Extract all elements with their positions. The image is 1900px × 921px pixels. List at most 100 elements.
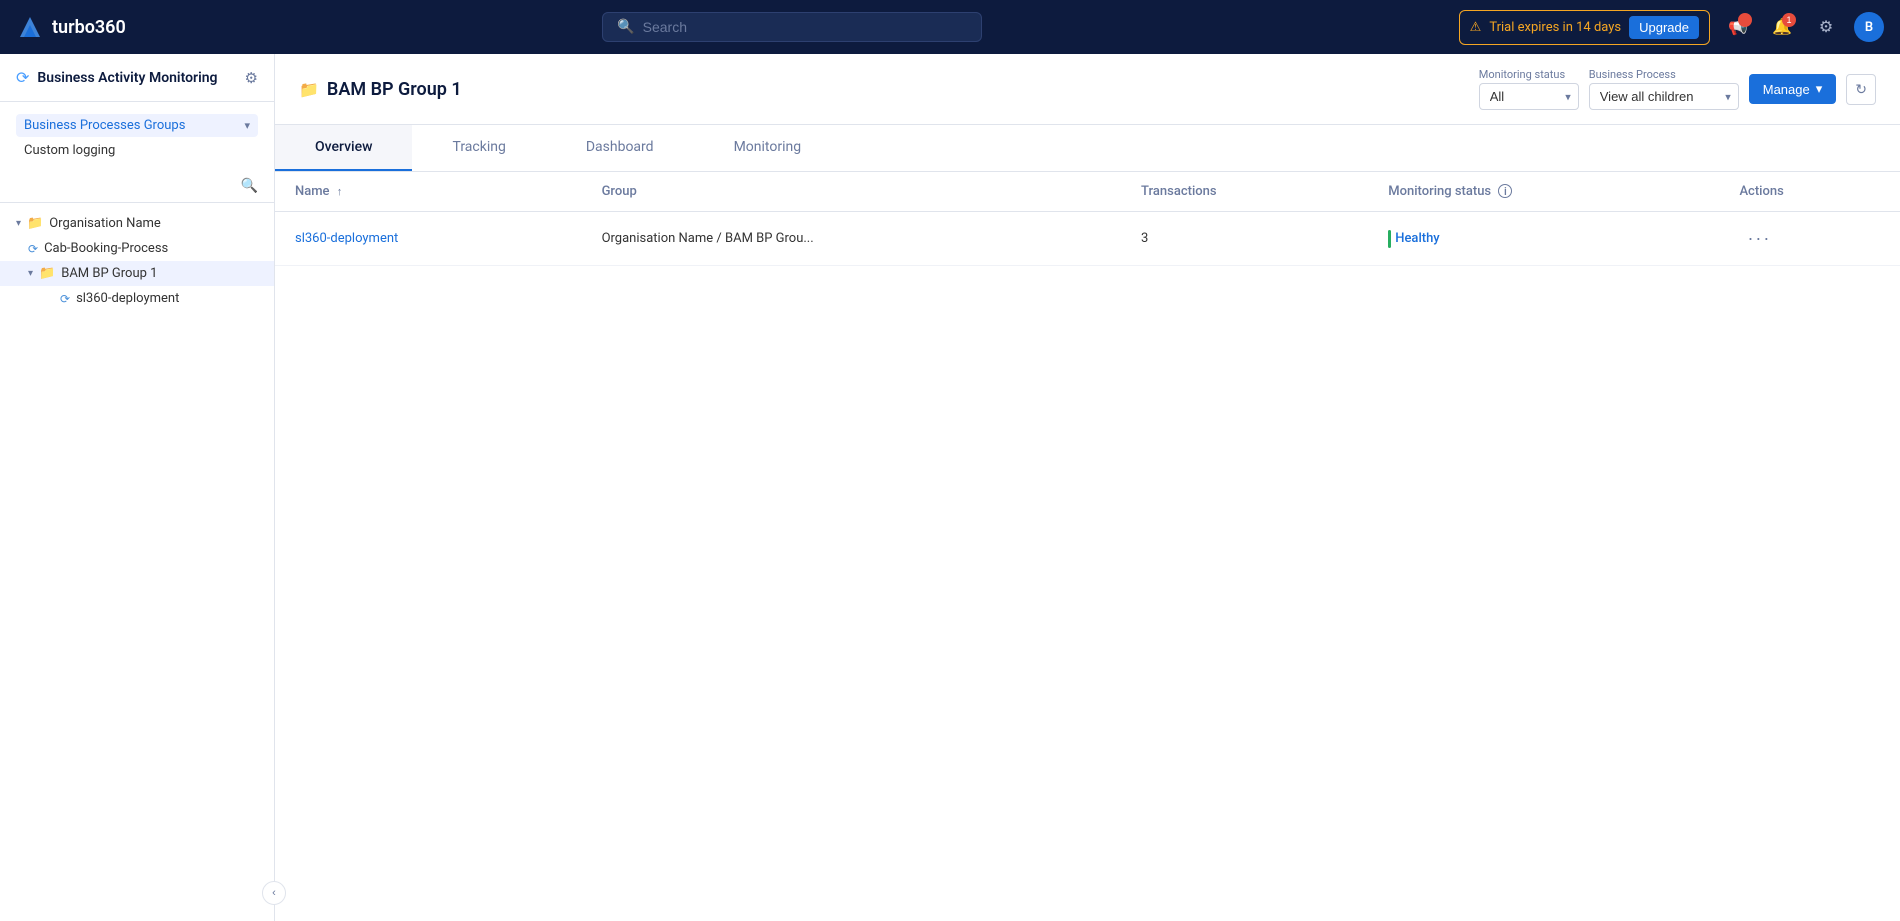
header-controls: Monitoring status All Healthy Unhealthy … — [1479, 68, 1876, 110]
sidebar-tree: ▾ 📁 Organisation Name ⟳ Cab-Booking-Proc… — [0, 203, 274, 921]
folder-icon: 📁 — [27, 216, 43, 231]
notifications-badge: 1 — [1782, 13, 1796, 27]
navbar-right: ⚠ Trial expires in 14 days Upgrade 📢 🔔 1… — [1459, 10, 1884, 45]
chevron-left-icon: ‹ — [272, 887, 276, 899]
gear-icon: ⚙ — [1819, 17, 1833, 37]
sidebar-search-icon: 🔍 — [241, 178, 258, 194]
tab-tracking-label: Tracking — [452, 139, 505, 155]
page-title-area: 📁 BAM BP Group 1 — [299, 79, 462, 100]
navbar: turbo360 🔍 ⚠ Trial expires in 14 days Up… — [0, 0, 1900, 54]
th-actions-label: Actions — [1739, 184, 1783, 199]
settings-button[interactable]: ⚙ — [1810, 11, 1842, 43]
navbar-center: 🔍 — [138, 12, 1447, 42]
announcements-badge — [1738, 13, 1752, 27]
th-name: Name ↑ — [275, 172, 582, 212]
tab-monitoring[interactable]: Monitoring — [694, 125, 842, 171]
notifications-button[interactable]: 🔔 1 — [1766, 11, 1798, 43]
business-process-select[interactable]: View all children — [1589, 83, 1739, 110]
bam-icon: ⟳ — [16, 68, 29, 87]
tab-tracking[interactable]: Tracking — [412, 125, 545, 171]
th-transactions: Transactions — [1121, 172, 1368, 212]
sidebar-item-custom-logging[interactable]: Custom logging — [16, 139, 258, 162]
refresh-button[interactable]: ↻ — [1846, 74, 1876, 105]
table-body: sl360-deployment Organisation Name / BAM… — [275, 212, 1900, 266]
row-transactions-value: 3 — [1141, 231, 1148, 246]
table-row: sl360-deployment Organisation Name / BAM… — [275, 212, 1900, 266]
sidebar-nav: Business Processes Groups ▾ Custom loggi… — [0, 102, 274, 170]
tree-item-org-label: Organisation Name — [49, 216, 161, 231]
business-processes-groups-label: Business Processes Groups — [24, 118, 185, 133]
page-title: BAM BP Group 1 — [327, 79, 462, 100]
td-group: Organisation Name / BAM BP Grou... — [582, 212, 1121, 266]
tab-dashboard[interactable]: Dashboard — [546, 125, 694, 171]
th-monitoring-status: Monitoring status i — [1368, 172, 1719, 212]
trial-text: Trial expires in 14 days — [1489, 20, 1621, 35]
manage-button[interactable]: Manage ▾ — [1749, 74, 1837, 104]
process-icon-cab: ⟳ — [28, 242, 38, 256]
tree-item-sl360-label: sl360-deployment — [76, 291, 179, 306]
tree-item-sl360[interactable]: ⟳ sl360-deployment — [0, 286, 274, 311]
trial-banner: ⚠ Trial expires in 14 days Upgrade — [1459, 10, 1710, 45]
business-process-select-wrapper: View all children — [1589, 83, 1739, 110]
business-process-group: Business Process View all children — [1589, 68, 1739, 110]
th-transactions-label: Transactions — [1141, 184, 1217, 199]
monitoring-status-group: Monitoring status All Healthy Unhealthy — [1479, 68, 1579, 110]
th-actions: Actions — [1719, 172, 1900, 212]
sidebar-search-input[interactable] — [16, 179, 241, 194]
tree-item-cab-label: Cab-Booking-Process — [44, 241, 168, 256]
sidebar-gear-icon[interactable]: ⚙ — [245, 69, 258, 87]
monitoring-status-select-wrapper: All Healthy Unhealthy — [1479, 83, 1579, 110]
sidebar-title-area: ⟳ Business Activity Monitoring — [16, 68, 217, 87]
caret-down-icon-bam: ▾ — [28, 268, 33, 279]
sidebar-search-bar[interactable]: 🔍 — [0, 170, 274, 203]
sidebar-collapse-button[interactable]: ‹ — [262, 881, 286, 905]
process-icon-sl360: ⟳ — [60, 292, 70, 306]
table-container: Name ↑ Group Transactions Monitoring sta… — [275, 172, 1900, 921]
monitoring-status-select[interactable]: All Healthy Unhealthy — [1479, 83, 1579, 110]
upgrade-button[interactable]: Upgrade — [1629, 16, 1699, 39]
sidebar-item-business-processes-groups[interactable]: Business Processes Groups ▾ — [16, 114, 258, 137]
ellipsis-icon: ··· — [1747, 228, 1771, 248]
user-avatar[interactable]: B — [1854, 12, 1884, 42]
tree-item-bam-group[interactable]: ▾ 📁 BAM BP Group 1 — [0, 261, 274, 286]
row-actions-button[interactable]: ··· — [1739, 226, 1779, 251]
brand-logo[interactable]: turbo360 — [16, 13, 126, 41]
tree-item-bam-group-label: BAM BP Group 1 — [61, 266, 157, 281]
caret-down-icon: ▾ — [16, 218, 21, 229]
business-process-label: Business Process — [1589, 68, 1739, 81]
overview-table: Name ↑ Group Transactions Monitoring sta… — [275, 172, 1900, 266]
monitoring-status-label: Monitoring status — [1479, 68, 1579, 81]
row-name-link[interactable]: sl360-deployment — [295, 231, 398, 246]
tab-monitoring-label: Monitoring — [734, 139, 802, 155]
td-actions: ··· — [1719, 212, 1900, 266]
search-icon: 🔍 — [617, 19, 634, 35]
search-bar[interactable]: 🔍 — [602, 12, 982, 42]
tabs-bar: Overview Tracking Dashboard Monitoring — [275, 125, 1900, 172]
manage-label: Manage — [1763, 82, 1810, 97]
tab-overview-label: Overview — [315, 139, 372, 155]
td-transactions: 3 — [1121, 212, 1368, 266]
tab-overview[interactable]: Overview — [275, 125, 412, 171]
status-healthy: Healthy — [1388, 230, 1699, 248]
th-group: Group — [582, 172, 1121, 212]
status-indicator — [1388, 230, 1391, 248]
main-layout: ⟳ Business Activity Monitoring ⚙ Busines… — [0, 54, 1900, 921]
monitoring-status-info-icon[interactable]: i — [1498, 184, 1512, 198]
announcements-button[interactable]: 📢 — [1722, 11, 1754, 43]
status-healthy-link[interactable]: Healthy — [1395, 231, 1439, 246]
brand-name: turbo360 — [52, 17, 126, 38]
manage-chevron-icon: ▾ — [1816, 81, 1823, 97]
sort-asc-icon[interactable]: ↑ — [337, 185, 343, 198]
content-header: 📁 BAM BP Group 1 Monitoring status All H… — [275, 54, 1900, 125]
td-name: sl360-deployment — [275, 212, 582, 266]
table-header: Name ↑ Group Transactions Monitoring sta… — [275, 172, 1900, 212]
td-monitoring-status: Healthy — [1368, 212, 1719, 266]
tab-dashboard-label: Dashboard — [586, 139, 654, 155]
tree-item-cab[interactable]: ⟳ Cab-Booking-Process — [0, 236, 274, 261]
sidebar: ⟳ Business Activity Monitoring ⚙ Busines… — [0, 54, 275, 921]
page-title-folder-icon: 📁 — [299, 80, 319, 99]
search-input[interactable] — [643, 19, 968, 35]
chevron-down-icon: ▾ — [244, 119, 250, 132]
tree-item-org[interactable]: ▾ 📁 Organisation Name — [0, 211, 274, 236]
table-header-row: Name ↑ Group Transactions Monitoring sta… — [275, 172, 1900, 212]
